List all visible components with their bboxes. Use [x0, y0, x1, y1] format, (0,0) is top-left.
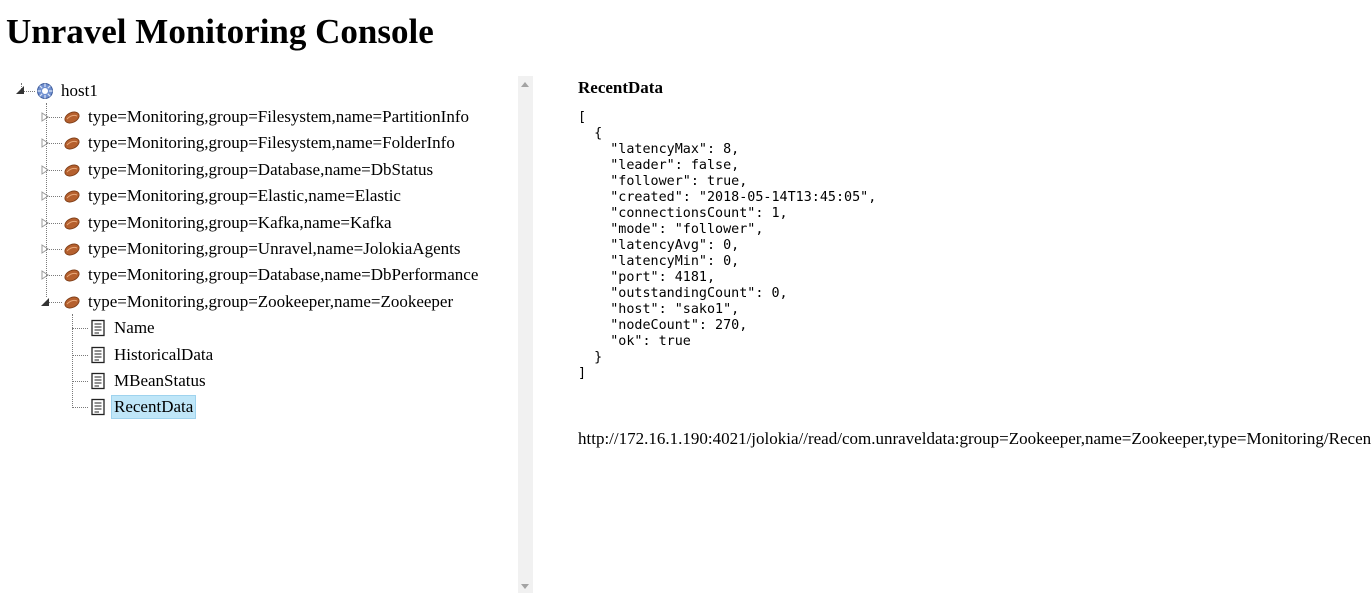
- tree-connector: [72, 354, 88, 356]
- tree-node-attribute[interactable]: Name: [89, 315, 158, 341]
- document-icon: [91, 372, 105, 390]
- tree-node-label: RecentData: [111, 395, 197, 420]
- tree-node-label: type=Monitoring,group=Kafka,name=Kafka: [88, 212, 392, 232]
- bean-icon: [64, 296, 80, 309]
- tree-node-attribute[interactable]: RecentData: [89, 394, 197, 420]
- bean-icon: [64, 190, 80, 203]
- tree-scrollbar[interactable]: [518, 76, 533, 593]
- expand-toggle-icon[interactable]: [40, 138, 50, 149]
- json-output: [ { "latencyMax": 8, "leader": false, "f…: [578, 110, 877, 381]
- bean-icon: [64, 217, 80, 230]
- tree-node-label: Name: [114, 318, 155, 338]
- host-icon: [37, 83, 53, 99]
- tree-node-attribute[interactable]: MBeanStatus: [89, 368, 209, 394]
- tree-node-label: type=Monitoring,group=Zookeeper,name=Zoo…: [88, 291, 454, 311]
- tree-node-label: type=Monitoring,group=Database,name=DbSt…: [88, 159, 434, 179]
- tree-node-label: type=Monitoring,group=Unravel,name=Jolok…: [88, 239, 461, 258]
- document-icon: [91, 346, 105, 363]
- tree-node-mbean[interactable]: type=Monitoring,group=Zookeeper,name=Zoo…: [63, 289, 456, 315]
- bean-icon: [64, 111, 80, 124]
- request-url: http://172.16.1.190:4021/jolokia//read/c…: [578, 429, 1371, 448]
- expand-toggle-icon[interactable]: [40, 164, 50, 175]
- tree-node-label: type=Monitoring,group=Filesystem,name=Fo…: [88, 133, 455, 153]
- tree-node-label: HistoricalData: [114, 344, 214, 364]
- tree-node-label: type=Monitoring,group=Filesystem,name=Pa…: [88, 107, 469, 126]
- document-icon: [91, 399, 105, 416]
- expand-toggle-icon[interactable]: [40, 112, 50, 122]
- tree-node-label: type=Monitoring,group=Elastic,name=Elast…: [88, 186, 401, 206]
- tree-node-mbean[interactable]: type=Monitoring,group=Database,name=DbSt…: [63, 157, 436, 183]
- scroll-down-arrow-icon[interactable]: [521, 584, 529, 589]
- tree-node-mbean[interactable]: type=Monitoring,group=Database,name=DbPe…: [63, 262, 481, 288]
- page-title: Unravel Monitoring Console: [6, 12, 434, 51]
- tree-node-host[interactable]: host1: [36, 78, 101, 104]
- collapse-toggle-icon[interactable]: [15, 85, 25, 95]
- tree-node-label: MBeanStatus: [114, 371, 206, 390]
- expand-toggle-icon[interactable]: [40, 244, 50, 254]
- tree-connector: [72, 381, 88, 382]
- expand-toggle-icon[interactable]: [40, 270, 50, 281]
- tree-node-label: host1: [61, 81, 98, 100]
- tree-node-mbean[interactable]: type=Monitoring,group=Filesystem,name=Pa…: [63, 104, 472, 130]
- tree-node-mbean[interactable]: type=Monitoring,group=Unravel,name=Jolok…: [63, 236, 463, 262]
- document-icon: [91, 320, 105, 337]
- mbean-tree: host1 type=Monitoring,group=Filesystem,n…: [8, 76, 518, 593]
- tree-node-label: type=Monitoring,group=Database,name=DbPe…: [88, 265, 479, 285]
- detail-title: RecentData: [578, 78, 663, 97]
- bean-icon: [64, 164, 80, 177]
- tree-node-mbean[interactable]: type=Monitoring,group=Filesystem,name=Fo…: [63, 130, 458, 156]
- tree-connector: [72, 407, 88, 409]
- expand-toggle-icon[interactable]: [40, 191, 50, 202]
- collapse-toggle-icon[interactable]: [40, 297, 50, 307]
- scroll-up-arrow-icon[interactable]: [521, 82, 529, 87]
- tree-node-mbean[interactable]: type=Monitoring,group=Kafka,name=Kafka: [63, 210, 395, 236]
- expand-toggle-icon[interactable]: [40, 217, 50, 228]
- bean-icon: [64, 137, 80, 150]
- tree-connector: [72, 328, 88, 330]
- tree-node-attribute[interactable]: HistoricalData: [89, 342, 216, 368]
- bean-icon: [64, 243, 80, 256]
- bean-icon: [64, 269, 80, 282]
- tree-node-mbean[interactable]: type=Monitoring,group=Elastic,name=Elast…: [63, 183, 404, 209]
